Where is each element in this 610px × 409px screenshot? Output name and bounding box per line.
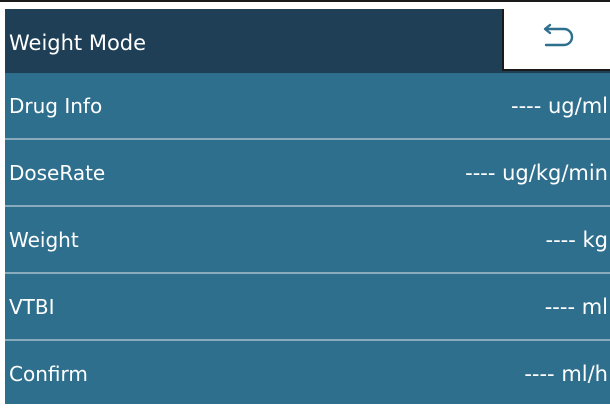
- row-label: DoseRate: [9, 161, 106, 185]
- row-weight[interactable]: Weight ---- kg: [5, 207, 610, 274]
- row-label: Weight: [9, 228, 79, 252]
- row-label: Confirm: [9, 362, 88, 386]
- page-title: Weight Mode: [9, 31, 147, 55]
- row-value: ---- ml/h: [524, 362, 608, 386]
- settings-list: Drug Info ---- ug/ml DoseRate ---- ug/kg…: [5, 73, 610, 407]
- row-label: VTBI: [9, 295, 55, 319]
- row-value: ---- ug/ml: [511, 94, 608, 118]
- row-value: ---- ml: [544, 295, 608, 319]
- row-value: ---- kg: [545, 228, 608, 252]
- row-vtbi[interactable]: VTBI ---- ml: [5, 274, 610, 341]
- back-button[interactable]: [502, 9, 610, 71]
- row-confirm[interactable]: Confirm ---- ml/h: [5, 341, 610, 407]
- row-label: Drug Info: [9, 94, 103, 118]
- row-value: ---- ug/kg/min: [465, 161, 608, 185]
- top-border: [0, 0, 610, 9]
- return-arrow-icon: [537, 23, 577, 55]
- header-bar: Weight Mode: [5, 9, 610, 73]
- row-drug-info[interactable]: Drug Info ---- ug/ml: [5, 73, 610, 140]
- row-dose-rate[interactable]: DoseRate ---- ug/kg/min: [5, 140, 610, 207]
- bottom-strip: [5, 404, 610, 409]
